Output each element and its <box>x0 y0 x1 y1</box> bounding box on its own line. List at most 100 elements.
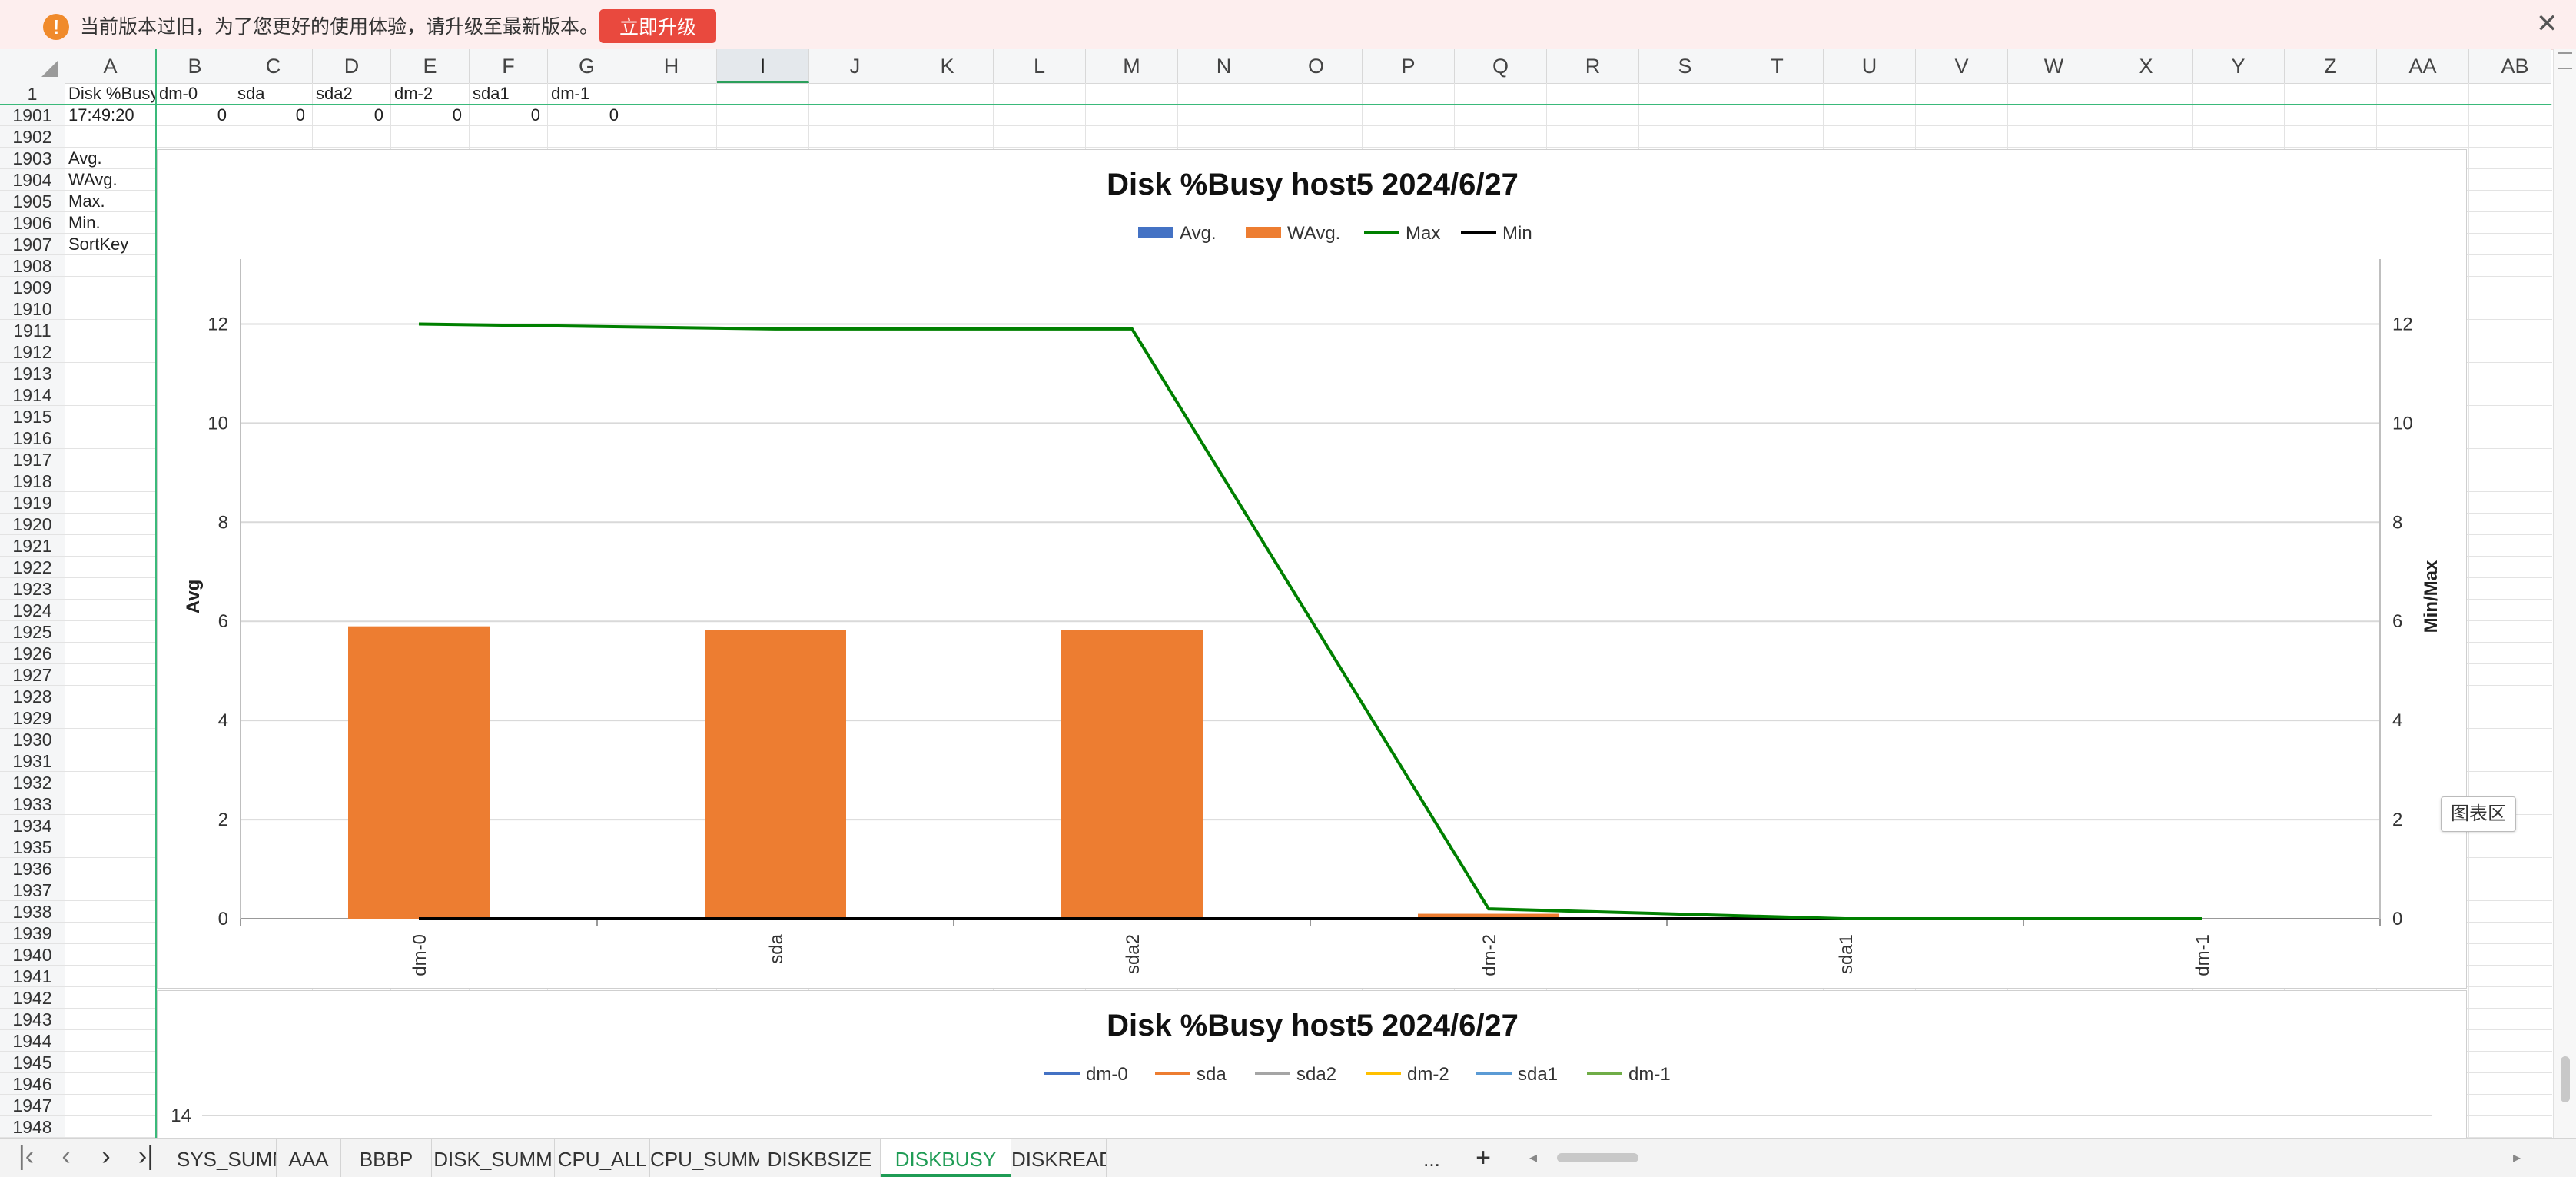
row-header-1930[interactable]: 1930 <box>0 729 65 750</box>
row-header-1944[interactable]: 1944 <box>0 1030 65 1052</box>
column-header-z[interactable]: Z <box>2285 49 2377 83</box>
prev-sheet-icon[interactable]: ‹ <box>51 1139 81 1177</box>
column-header-t[interactable]: T <box>1731 49 1824 83</box>
row-header-1902[interactable]: 1902 <box>0 126 65 148</box>
row-header-1906[interactable]: 1906 <box>0 212 65 234</box>
bar-wavg-dm-0[interactable] <box>348 626 490 919</box>
sheet-tab-aaa[interactable]: AAA <box>277 1139 341 1177</box>
add-sheet-button[interactable]: + <box>1460 1139 1506 1177</box>
column-header-v[interactable]: V <box>1916 49 2008 83</box>
row-header-1928[interactable]: 1928 <box>0 686 65 707</box>
column-header-p[interactable]: P <box>1363 49 1455 83</box>
column-header-x[interactable]: X <box>2100 49 2193 83</box>
row-header-1940[interactable]: 1940 <box>0 944 65 966</box>
column-header-k[interactable]: K <box>901 49 994 83</box>
sheet-tab-cpu-summ[interactable]: CPU_SUMM <box>650 1139 759 1177</box>
column-header-d[interactable]: D <box>313 49 391 83</box>
upgrade-button[interactable]: 立即升级 <box>599 9 716 43</box>
legend-entry-3[interactable]: Min <box>1461 223 1532 244</box>
row-header-1933[interactable]: 1933 <box>0 793 65 815</box>
row-header-1946[interactable]: 1946 <box>0 1073 65 1095</box>
legend-entry-2-0[interactable]: dm-0 <box>1044 1064 1128 1085</box>
legend-entry-2-5[interactable]: dm-1 <box>1587 1064 1671 1085</box>
column-header-a[interactable]: A <box>65 49 156 83</box>
row-header-1945[interactable]: 1945 <box>0 1052 65 1073</box>
row-header-1934[interactable]: 1934 <box>0 815 65 836</box>
column-header-m[interactable]: M <box>1086 49 1178 83</box>
column-header-o[interactable]: O <box>1270 49 1363 83</box>
column-header-w[interactable]: W <box>2008 49 2100 83</box>
legend-entry-2-1[interactable]: sda <box>1155 1064 1227 1085</box>
row-header-1927[interactable]: 1927 <box>0 664 65 686</box>
column-header-s[interactable]: S <box>1639 49 1731 83</box>
column-header-r[interactable]: R <box>1547 49 1639 83</box>
row-header-1924[interactable]: 1924 <box>0 600 65 621</box>
row-header-1914[interactable]: 1914 <box>0 384 65 406</box>
row-header-1923[interactable]: 1923 <box>0 578 65 600</box>
row-header-1917[interactable]: 1917 <box>0 449 65 470</box>
column-header-u[interactable]: U <box>1824 49 1916 83</box>
row-header-1942[interactable]: 1942 <box>0 987 65 1009</box>
column-header-c[interactable]: C <box>234 49 313 83</box>
row-header-1910[interactable]: 1910 <box>0 298 65 320</box>
disk-busy-chart[interactable]: Disk %Busy host5 2024/6/27 Avg. WAvg. Max Mi… <box>158 150 2468 989</box>
scroll-right-icon[interactable]: ▸ <box>2513 1149 2521 1166</box>
column-header-g[interactable]: G <box>548 49 626 83</box>
column-header-i[interactable]: I <box>717 49 809 83</box>
cell-stat-label[interactable]: Max. <box>68 191 156 212</box>
column-header-ab[interactable]: AB <box>2469 49 2561 83</box>
legend-entry-1[interactable]: WAvg. <box>1246 223 1340 244</box>
row-header-1937[interactable]: 1937 <box>0 879 65 901</box>
more-tabs-button[interactable]: ... <box>1403 1139 1460 1177</box>
row-header-1941[interactable]: 1941 <box>0 966 65 987</box>
sheet-tab-diskbusy[interactable]: DISKBUSY <box>881 1139 1011 1177</box>
scroll-left-icon[interactable]: ◂ <box>1529 1149 1537 1166</box>
column-header-e[interactable]: E <box>391 49 470 83</box>
cell-stat-label[interactable]: Avg. <box>68 148 156 169</box>
cell-value-3[interactable]: 0 <box>234 105 305 126</box>
cell-stat-label[interactable]: WAvg. <box>68 169 156 191</box>
next-sheet-icon[interactable]: › <box>91 1139 121 1177</box>
row-header-1947[interactable]: 1947 <box>0 1095 65 1116</box>
column-header-y[interactable]: Y <box>2193 49 2285 83</box>
sheet-tab-bbbp[interactable]: BBBP <box>341 1139 432 1177</box>
cell-stat-label[interactable]: SortKey <box>68 234 156 255</box>
row-header-1932[interactable]: 1932 <box>0 772 65 793</box>
row-header-1939[interactable]: 1939 <box>0 923 65 944</box>
column-header-f[interactable]: F <box>470 49 548 83</box>
row-header-1931[interactable]: 1931 <box>0 750 65 772</box>
sheet-tab-diskread[interactable]: DISKREAD <box>1011 1139 1107 1177</box>
row-header-1922[interactable]: 1922 <box>0 557 65 578</box>
cell-header-2[interactable]: dm-0 <box>159 83 234 105</box>
row-header-1919[interactable]: 1919 <box>0 492 65 514</box>
horizontal-scrollbar[interactable]: ◂ ▸ <box>1529 1149 2521 1166</box>
vertical-scrollbar[interactable] <box>2553 49 2576 1153</box>
row-header-1921[interactable]: 1921 <box>0 535 65 557</box>
row-header-1911[interactable]: 1911 <box>0 320 65 341</box>
legend-entry-2-2[interactable]: sda2 <box>1255 1064 1336 1085</box>
cell-value-5[interactable]: 0 <box>391 105 462 126</box>
row-header-1943[interactable]: 1943 <box>0 1009 65 1030</box>
row-header-1905[interactable]: 1905 <box>0 191 65 212</box>
cell-header-1[interactable]: Disk %Busy <box>68 83 156 105</box>
legend-entry-2-3[interactable]: dm-2 <box>1366 1064 1449 1085</box>
row-header-1912[interactable]: 1912 <box>0 341 65 363</box>
row-header-1929[interactable]: 1929 <box>0 707 65 729</box>
row-header-1903[interactable]: 1903 <box>0 148 65 169</box>
cell-header-3[interactable]: sda <box>237 83 313 105</box>
cell-value-4[interactable]: 0 <box>313 105 383 126</box>
chart-area[interactable]: Disk %Busy host5 2024/6/27 Avg. WAvg. Max Mi… <box>157 149 2467 989</box>
row-header-1920[interactable]: 1920 <box>0 514 65 535</box>
row-header-1925[interactable]: 1925 <box>0 621 65 643</box>
row-header-1938[interactable]: 1938 <box>0 901 65 923</box>
column-header-j[interactable]: J <box>809 49 901 83</box>
cell-value-7[interactable]: 0 <box>548 105 619 126</box>
last-sheet-icon[interactable]: ›| <box>131 1139 161 1177</box>
row-header-1918[interactable]: 1918 <box>0 470 65 492</box>
sheet-tab-sys-summ[interactable]: SYS_SUMM <box>177 1139 277 1177</box>
row-header-1948[interactable]: 1948 <box>0 1116 65 1138</box>
column-header-b[interactable]: B <box>156 49 234 83</box>
row-header-1904[interactable]: 1904 <box>0 169 65 191</box>
legend-entry-2-4[interactable]: sda1 <box>1476 1064 1558 1085</box>
vertical-scroll-thumb[interactable] <box>2561 1056 2570 1102</box>
